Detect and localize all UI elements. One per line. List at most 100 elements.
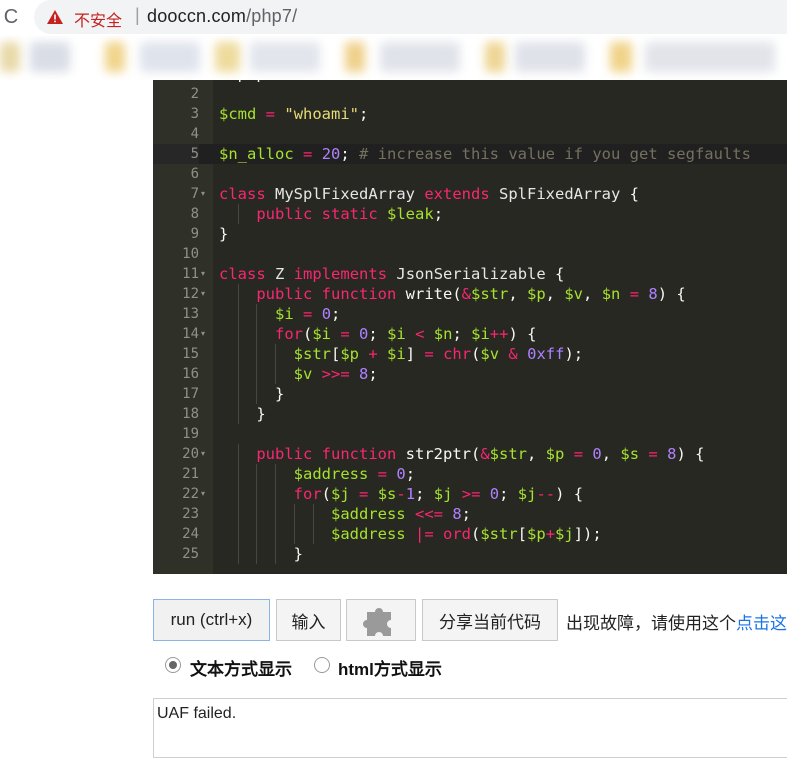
html-mode-radio[interactable] bbox=[314, 657, 330, 673]
output-text: UAF failed. bbox=[157, 705, 237, 722]
fold-arrow-icon[interactable]: ▾ bbox=[201, 444, 211, 464]
fold-arrow-icon[interactable]: ▾ bbox=[201, 284, 211, 304]
code-line[interactable]: 13 $i = 0; bbox=[153, 304, 787, 324]
input-button[interactable]: 输入 bbox=[276, 599, 341, 641]
code-line[interactable]: 10 bbox=[153, 244, 787, 264]
text-mode-label[interactable]: 文本方式显示 bbox=[190, 655, 292, 680]
code-line[interactable]: 7 ▾ class MySplFixedArray extends SplFixed… bbox=[153, 184, 787, 204]
code-token: for bbox=[293, 485, 322, 503]
code-line[interactable]: 20 ▾ public function str2ptr(&$str, $p = … bbox=[153, 444, 787, 464]
code-line[interactable]: 16 $v >>= 8; bbox=[153, 364, 787, 384]
omnibox[interactable]: 不安全 | dooccn.com/php7/ bbox=[34, 0, 787, 34]
run-button[interactable]: run (ctrl+x) bbox=[153, 599, 270, 641]
code-token: $p bbox=[527, 525, 546, 543]
code-token: SplFixedArray bbox=[499, 185, 621, 203]
code-line[interactable]: 19 bbox=[153, 424, 787, 444]
fault-notice-link[interactable]: 点击这 bbox=[736, 614, 787, 633]
code-token: ) { bbox=[508, 325, 537, 343]
blurred-bookmark bbox=[30, 42, 70, 72]
line-number: 24 bbox=[182, 526, 199, 542]
code-token: ord bbox=[443, 525, 471, 543]
code-token: ) { bbox=[676, 445, 705, 463]
fold-arrow-icon[interactable]: ▾ bbox=[201, 484, 211, 504]
code-token: 0 bbox=[359, 325, 369, 343]
indent-guide bbox=[256, 464, 258, 484]
security-label[interactable]: 不安全 bbox=[74, 7, 122, 31]
url-text[interactable]: dooccn.com/php7/ bbox=[147, 6, 297, 27]
code-line[interactable]: 6 bbox=[153, 164, 787, 184]
code-token: ; bbox=[331, 305, 341, 323]
code-text: for($j = $s-1; $j >= 0; $j--) { bbox=[219, 484, 583, 504]
line-number: 8 bbox=[190, 206, 199, 222]
code-line[interactable]: 3 $cmd = "whoami"; bbox=[153, 104, 787, 124]
code-token: $n bbox=[433, 325, 453, 343]
code-line[interactable]: 25 } bbox=[153, 544, 787, 564]
code-text: } bbox=[219, 384, 284, 404]
code-line[interactable]: 24 $address |= ord($str[$p+$j]); bbox=[153, 524, 787, 544]
fold-arrow-icon[interactable]: ▾ bbox=[201, 324, 211, 344]
code-editor[interactable]: 1<?php23$cmd = "whoami";45$n_alloc = 20;… bbox=[153, 80, 787, 574]
code-token: = bbox=[629, 285, 640, 303]
text-mode-radio[interactable] bbox=[165, 657, 181, 673]
code-line[interactable]: 12 ▾ public function write(&$str, $p, $v,… bbox=[153, 284, 787, 304]
code-text: for($i = 0; $i < $n; $i++) { bbox=[219, 324, 536, 344]
code-line[interactable]: 17 } bbox=[153, 384, 787, 404]
fault-notice-text: 出现故障，请使用这个 bbox=[566, 614, 736, 633]
reload-icon[interactable]: C bbox=[0, 6, 22, 28]
code-line[interactable]: 14 ▾ for($i = 0; $i < $n; $i++) { bbox=[153, 324, 787, 344]
code-token: public bbox=[256, 285, 313, 303]
code-token: + bbox=[368, 345, 378, 363]
code-line[interactable]: 9} bbox=[153, 224, 787, 244]
indent-guide bbox=[256, 304, 258, 324]
code-line[interactable]: 8 public static $leak; bbox=[153, 204, 787, 224]
code-line[interactable]: 4 bbox=[153, 124, 787, 144]
code-token: ; bbox=[340, 145, 360, 163]
code-token: ( bbox=[471, 345, 481, 363]
warning-icon[interactable] bbox=[46, 8, 64, 26]
code-token: $i bbox=[275, 305, 294, 323]
code-line[interactable]: 5 $n_alloc = 20; # increase this value if… bbox=[153, 144, 787, 164]
code-token: $i bbox=[312, 325, 332, 343]
code-token: ; bbox=[415, 485, 434, 503]
code-line[interactable]: 23 $address <<= 8; bbox=[153, 504, 787, 524]
line-number: 6 bbox=[190, 166, 199, 182]
indent-guide bbox=[237, 344, 239, 364]
code-token: { bbox=[545, 265, 565, 283]
code-line[interactable]: 15 $str[$p + $i] = chr($v & 0xff); bbox=[153, 344, 787, 364]
indent-guide bbox=[237, 524, 239, 544]
html-mode-label[interactable]: html方式显示 bbox=[338, 655, 442, 680]
code-token: ; bbox=[433, 205, 444, 223]
share-code-button[interactable]: 分享当前代码 bbox=[422, 599, 558, 641]
blurred-bookmark bbox=[515, 42, 585, 72]
fold-arrow-icon[interactable]: ▾ bbox=[201, 264, 211, 284]
line-number: 21 bbox=[182, 466, 199, 482]
code-token: public bbox=[256, 445, 313, 463]
code-token: $v bbox=[564, 285, 584, 303]
fold-arrow-icon[interactable]: ▾ bbox=[201, 184, 211, 204]
code-line[interactable]: 11 ▾ class Z implements JsonSerializable { bbox=[153, 264, 787, 284]
code-line[interactable]: 2 bbox=[153, 84, 787, 104]
code-text: $n_alloc = 20; # increase this value if … bbox=[219, 144, 751, 164]
code-line[interactable]: 18 } bbox=[153, 404, 787, 424]
code-token: <<= bbox=[414, 505, 443, 523]
code-token: >= bbox=[461, 485, 481, 503]
code-token: , bbox=[601, 445, 621, 463]
indent-guide bbox=[275, 484, 277, 504]
code-token: 8 bbox=[452, 505, 462, 523]
plugin-button[interactable] bbox=[346, 599, 416, 641]
code-token: public bbox=[256, 205, 313, 223]
code-token: class bbox=[219, 185, 266, 203]
code-line[interactable]: 22 ▾ for($j = $s-1; $j >= 0; $j--) { bbox=[153, 484, 787, 504]
code-line[interactable]: 21 $address = 0; bbox=[153, 464, 787, 484]
